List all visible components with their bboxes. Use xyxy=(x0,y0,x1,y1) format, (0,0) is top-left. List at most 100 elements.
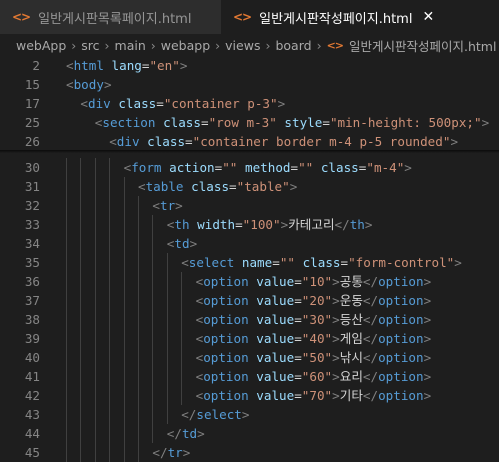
sticky-scroll-line[interactable]: 15 <body> xyxy=(0,75,499,94)
indent-guide xyxy=(94,443,96,462)
code-token: > xyxy=(189,236,198,251)
line-number: 30 xyxy=(24,160,40,175)
code-line[interactable]: 41 <option value="60">요리</option> xyxy=(0,367,499,386)
code-text: <option value="40">게임</option> xyxy=(196,329,432,348)
indent-guide xyxy=(80,177,82,196)
tab-write-page[interactable]: <> 일반게시판작성페이지.html ✕ xyxy=(221,0,499,34)
breadcrumb-item[interactable]: views xyxy=(225,38,260,53)
code-line[interactable]: 37 <option value="20">운동</option> xyxy=(0,291,499,310)
code-token: > xyxy=(423,331,432,346)
code-token: < xyxy=(181,255,189,270)
code-token: td xyxy=(181,426,198,441)
code-line[interactable]: 43 </select> xyxy=(0,405,499,424)
breadcrumb-item[interactable]: main xyxy=(115,38,146,53)
code-token: "table" xyxy=(236,179,290,194)
close-icon[interactable]: ✕ xyxy=(422,9,434,25)
code-token: lang xyxy=(111,58,142,73)
code-token: style xyxy=(284,115,323,130)
indent-guide xyxy=(181,329,183,348)
code-line[interactable]: 35 <select name="" class="form-control"> xyxy=(0,253,499,272)
chevron-right-icon: › xyxy=(215,37,221,53)
code-token: th xyxy=(349,217,365,232)
sticky-scroll-line[interactable]: 26 <div class="container border m-4 p-5 r… xyxy=(0,132,499,151)
indent-guide xyxy=(152,234,154,253)
code-token: </ xyxy=(362,274,379,289)
code-line[interactable]: 39 <option value="40">게임</option> xyxy=(0,329,499,348)
code-editor[interactable]: 2 <html lang="en"> 15 <body> 17 <div class="c… xyxy=(0,56,499,462)
code-line[interactable]: 36 <option value="10">공통</option> xyxy=(0,272,499,291)
indent-guide xyxy=(80,272,82,291)
code-token: select xyxy=(188,255,235,270)
code-token: = xyxy=(290,160,299,175)
code-line[interactable]: 38 <option value="30">등산</option> xyxy=(0,310,499,329)
editor-tab-bar: <> 일반게시판목록페이지.html <> 일반게시판작성페이지.html ✕ xyxy=(0,0,499,34)
code-line[interactable]: 31 <table class="table"> xyxy=(0,177,499,196)
code-line[interactable]: 34 <td> xyxy=(0,234,499,253)
indent-guide xyxy=(123,177,125,196)
indent-guide xyxy=(94,272,96,291)
code-token: "row m-3" xyxy=(208,115,277,130)
code-line[interactable]: 40 <option value="50">낚시</option> xyxy=(0,348,499,367)
indent-guide xyxy=(66,329,67,348)
code-line[interactable]: 30 <form action="" method="" class="m-4"> xyxy=(0,158,499,177)
code-token: </ xyxy=(334,217,350,232)
indent-guide xyxy=(109,196,111,215)
code-token: "container p-3" xyxy=(163,96,278,111)
indent-guide xyxy=(166,253,168,272)
code-text: <table class="table"> xyxy=(138,177,297,196)
sticky-scroll-line[interactable]: 2 <html lang="en"> xyxy=(0,56,499,75)
indent-guide xyxy=(109,310,111,329)
breadcrumb-item[interactable]: board xyxy=(275,38,311,53)
code-token: "30" xyxy=(301,312,333,327)
breadcrumb-file[interactable]: 일반게시판작성페이지.html xyxy=(349,36,496,55)
indent-guide xyxy=(152,348,154,367)
code-token: option xyxy=(203,293,249,308)
code-line[interactable]: 42 <option value="70">기타</option> xyxy=(0,386,499,405)
sticky-scroll-line[interactable]: 17 <div class="container p-3"> xyxy=(0,94,499,113)
code-token: value xyxy=(256,350,295,365)
indent-guide xyxy=(109,424,111,443)
tab-list-page[interactable]: <> 일반게시판목록페이지.html xyxy=(0,0,221,34)
line-number: 42 xyxy=(24,388,40,403)
breadcrumb-item[interactable]: webapp xyxy=(161,38,210,53)
indent-guide xyxy=(123,367,125,386)
code-text: <body> xyxy=(66,75,112,94)
code-line[interactable]: 44 </td> xyxy=(0,424,499,443)
code-token: option xyxy=(203,312,249,327)
indent-guide xyxy=(123,234,125,253)
code-token: value xyxy=(256,274,295,289)
code-token: = xyxy=(272,255,280,270)
line-number: 31 xyxy=(24,179,40,194)
indent-guide xyxy=(66,272,67,291)
code-line[interactable]: 33 <th width="100">카테고리</th> xyxy=(0,215,499,234)
indent-guide xyxy=(80,234,82,253)
code-line[interactable]: 45 </tr> xyxy=(0,443,499,462)
breadcrumb-item[interactable]: src xyxy=(81,38,99,53)
chevron-right-icon: › xyxy=(265,37,271,53)
code-token: </ xyxy=(362,350,379,365)
code-token: = xyxy=(229,179,237,194)
indent-guide xyxy=(94,310,96,329)
html-file-icon: <> xyxy=(12,10,31,24)
line-number: 39 xyxy=(24,331,40,346)
indent-guide xyxy=(94,253,96,272)
code-token: class xyxy=(320,160,359,175)
code-token: form xyxy=(131,160,162,175)
indent-guide xyxy=(66,291,67,310)
indent-guide xyxy=(123,424,125,443)
indent-guide xyxy=(94,367,96,386)
indent-guide xyxy=(152,367,154,386)
indent-guide xyxy=(80,310,82,329)
indent-guide xyxy=(166,405,168,424)
indent-guide xyxy=(181,310,183,329)
line-number: 33 xyxy=(24,217,40,232)
sticky-scroll-line[interactable]: 25 <section class="row m-3" style="min-he… xyxy=(0,113,499,132)
code-token: </ xyxy=(362,293,379,308)
indent-guide xyxy=(109,405,111,424)
breadcrumb-item[interactable]: webApp xyxy=(16,38,66,53)
code-line[interactable]: 32 <tr> xyxy=(0,196,499,215)
code-token: option xyxy=(378,331,424,346)
